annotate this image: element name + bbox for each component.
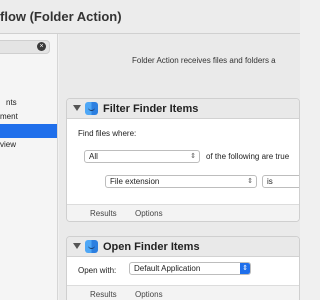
finder-icon xyxy=(85,102,98,115)
open-with-label: Open with: xyxy=(78,266,117,275)
action-header[interactable]: Open Finder Items xyxy=(67,237,299,257)
chevron-updown-icon: ⇕ xyxy=(247,178,253,185)
open-with-value: Default Application xyxy=(134,264,201,273)
following-text: of the following are true xyxy=(206,152,290,161)
options-tab[interactable]: Options xyxy=(135,290,163,299)
sidebar-item-label: view xyxy=(0,140,17,149)
options-tab[interactable]: Options xyxy=(135,209,163,218)
finder-icon xyxy=(85,240,98,253)
window-titlebar: flow (Folder Action) xyxy=(0,0,300,34)
chevron-updown-icon: ⇕ xyxy=(240,263,250,274)
sidebar-item[interactable]: view xyxy=(0,138,57,152)
sidebar: nts ment view xyxy=(0,34,58,300)
sidebar-item[interactable]: ment xyxy=(0,110,57,124)
action-title: Filter Finder Items xyxy=(103,103,199,115)
sidebar-item-selected[interactable] xyxy=(0,124,57,138)
criteria-operator-select[interactable]: is xyxy=(262,175,299,188)
filter-finder-items-action: Filter Finder Items Find files where: Al… xyxy=(66,98,300,222)
match-select-value: All xyxy=(89,152,98,161)
sidebar-item[interactable]: nts xyxy=(0,96,57,110)
collapse-triangle-icon[interactable] xyxy=(73,243,81,249)
search-clear-icon[interactable]: × xyxy=(37,42,46,51)
find-files-label: Find files where: xyxy=(78,129,137,138)
workflow-description: Folder Action receives files and folders… xyxy=(132,56,276,65)
open-finder-items-action: Open Finder Items Open with: Default App… xyxy=(66,236,300,300)
results-tab[interactable]: Results xyxy=(90,209,117,218)
criteria-field-select[interactable]: File extension ⇕ xyxy=(105,175,257,188)
action-title: Open Finder Items xyxy=(103,241,200,253)
action-footer: Results Options xyxy=(67,285,299,300)
action-header[interactable]: Filter Finder Items xyxy=(67,99,299,119)
chevron-updown-icon: ⇕ xyxy=(190,153,196,160)
open-with-select[interactable]: Default Application ⇕ xyxy=(129,262,251,275)
sidebar-item-label: ment xyxy=(0,112,18,121)
window-title: flow (Folder Action) xyxy=(0,9,122,24)
collapse-triangle-icon[interactable] xyxy=(73,105,81,111)
criteria-operator-value: is xyxy=(267,177,273,186)
match-select[interactable]: All ⇕ xyxy=(84,150,200,163)
action-footer: Results Options xyxy=(67,204,299,221)
results-tab[interactable]: Results xyxy=(90,290,117,299)
sidebar-item-label: nts xyxy=(6,98,17,107)
criteria-field-value: File extension xyxy=(110,177,160,186)
